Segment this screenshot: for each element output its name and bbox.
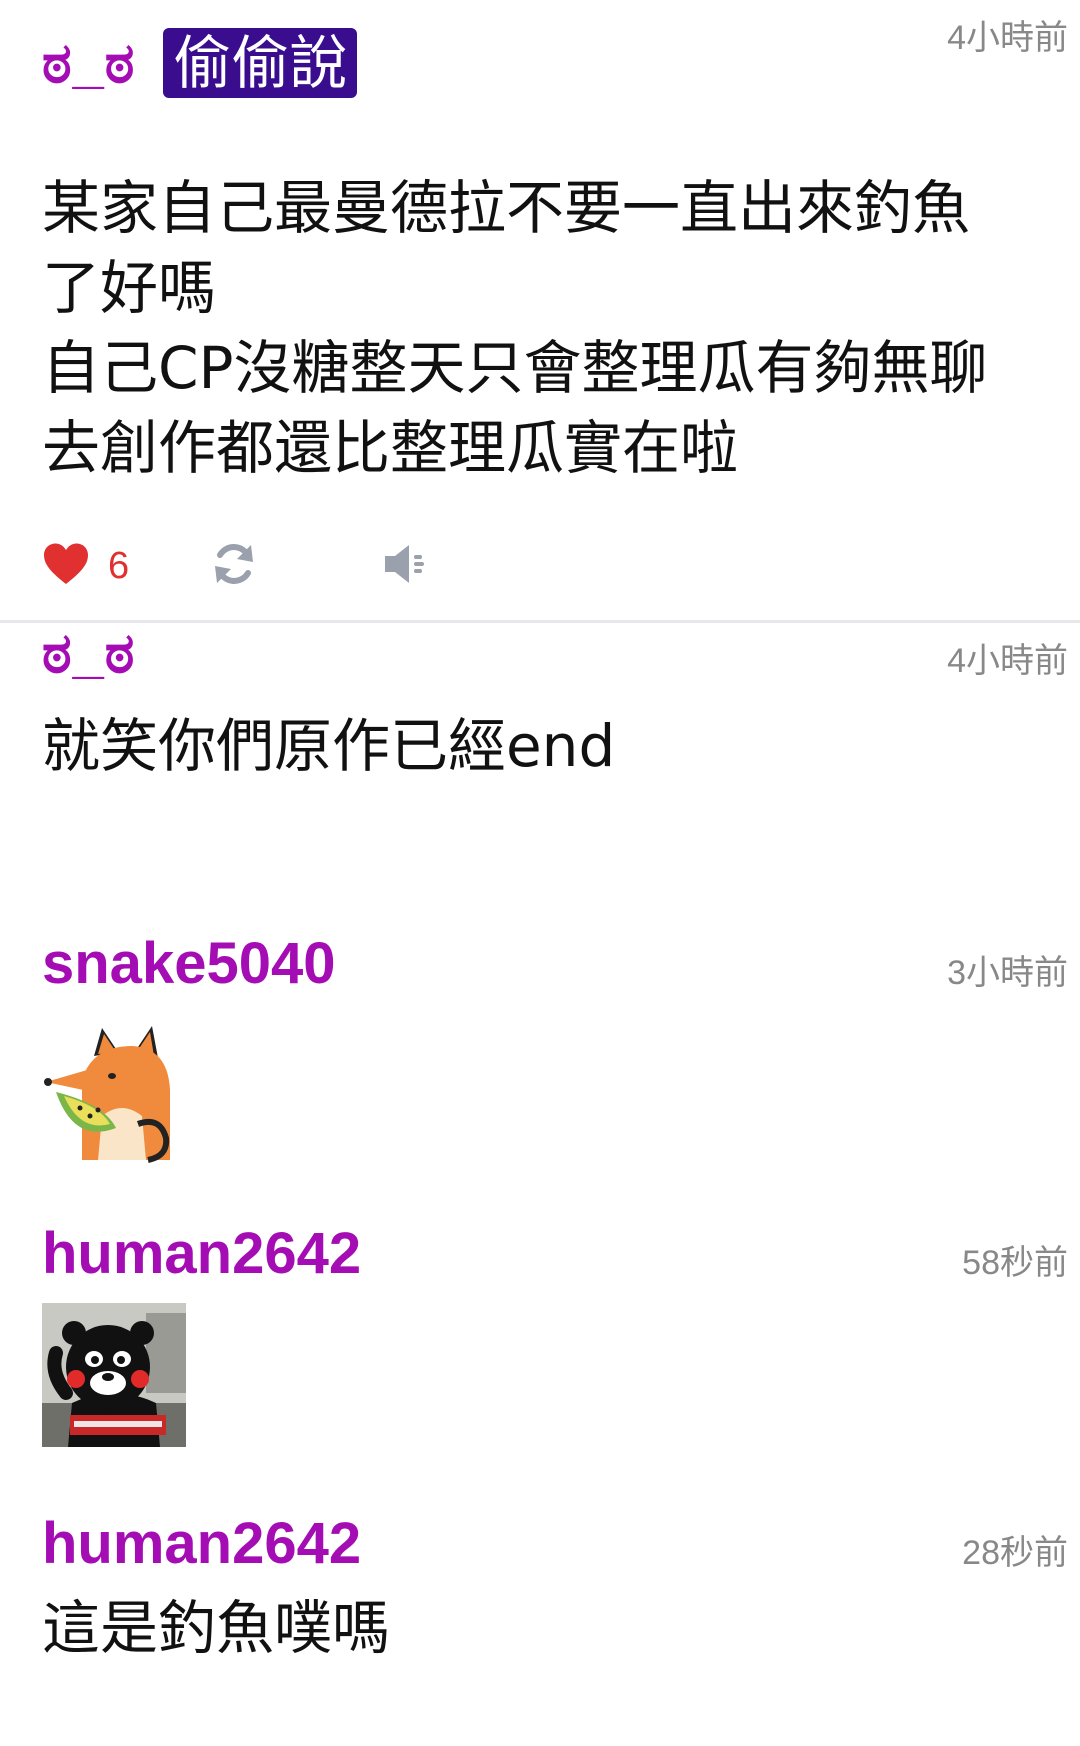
- reply-item: human2642 28秒前 這是釣魚噗嗎: [0, 1515, 1080, 1685]
- post-timestamp: 4小時前: [947, 19, 1068, 57]
- main-post: ಠ_ಠ 偷偷說 4小時前 某家自己最曼德拉不要一直出來釣魚 了好嗎 自己CP沒糖…: [0, 0, 1080, 620]
- speaker-button[interactable]: [383, 542, 427, 590]
- post-actions: 6: [42, 540, 427, 592]
- like-button[interactable]: 6: [42, 542, 129, 590]
- reply-text: 這是釣魚噗嗎: [42, 1594, 391, 1662]
- like-count: 6: [108, 544, 130, 587]
- kumamon-waving-sticker[interactable]: [42, 1303, 186, 1447]
- repost-button[interactable]: [211, 541, 257, 591]
- post-body-line: 自己CP沒糖整天只會整理瓜有夠無聊: [42, 334, 988, 402]
- reply-author-name[interactable]: human2642: [42, 1225, 361, 1283]
- post-body: 某家自己最曼德拉不要一直出來釣魚 了好嗎 自己CP沒糖整天只會整理瓜有夠無聊 去…: [42, 168, 1042, 488]
- post-header: ಠ_ಠ 偷偷說: [42, 28, 358, 98]
- reply-timestamp: 28秒前: [962, 1534, 1068, 1572]
- heart-icon: [42, 542, 90, 590]
- reply-timestamp: 58秒前: [962, 1244, 1068, 1282]
- refresh-icon: [211, 541, 257, 591]
- reply-timestamp: 4小時前: [947, 642, 1068, 680]
- speaker-icon: [383, 542, 427, 590]
- reply-item: human2642 58秒前: [0, 1225, 1080, 1455]
- reply-text: 就笑你們原作已經end: [42, 712, 616, 780]
- reply-item: snake5040 3小時前: [0, 935, 1080, 1165]
- reply-author-name[interactable]: ಠ_ಠ: [42, 625, 135, 681]
- reply-author-name[interactable]: snake5040: [42, 935, 335, 993]
- post-tag-badge: 偷偷說: [163, 28, 358, 98]
- reply-author-name[interactable]: human2642: [42, 1515, 361, 1573]
- post-body-line: 某家自己最曼德拉不要一直出來釣魚: [42, 174, 971, 242]
- post-divider: [0, 620, 1080, 623]
- reply-item: ಠ_ಠ 4小時前 就笑你們原作已經end: [0, 625, 1080, 795]
- reply-timestamp: 3小時前: [947, 954, 1068, 992]
- fox-eating-melon-sticker[interactable]: [42, 1020, 186, 1164]
- post-body-line: 了好嗎: [42, 254, 217, 322]
- post-body-line: 去創作都還比整理瓜實在啦: [42, 414, 739, 482]
- post-author-name[interactable]: ಠ_ಠ: [42, 35, 135, 91]
